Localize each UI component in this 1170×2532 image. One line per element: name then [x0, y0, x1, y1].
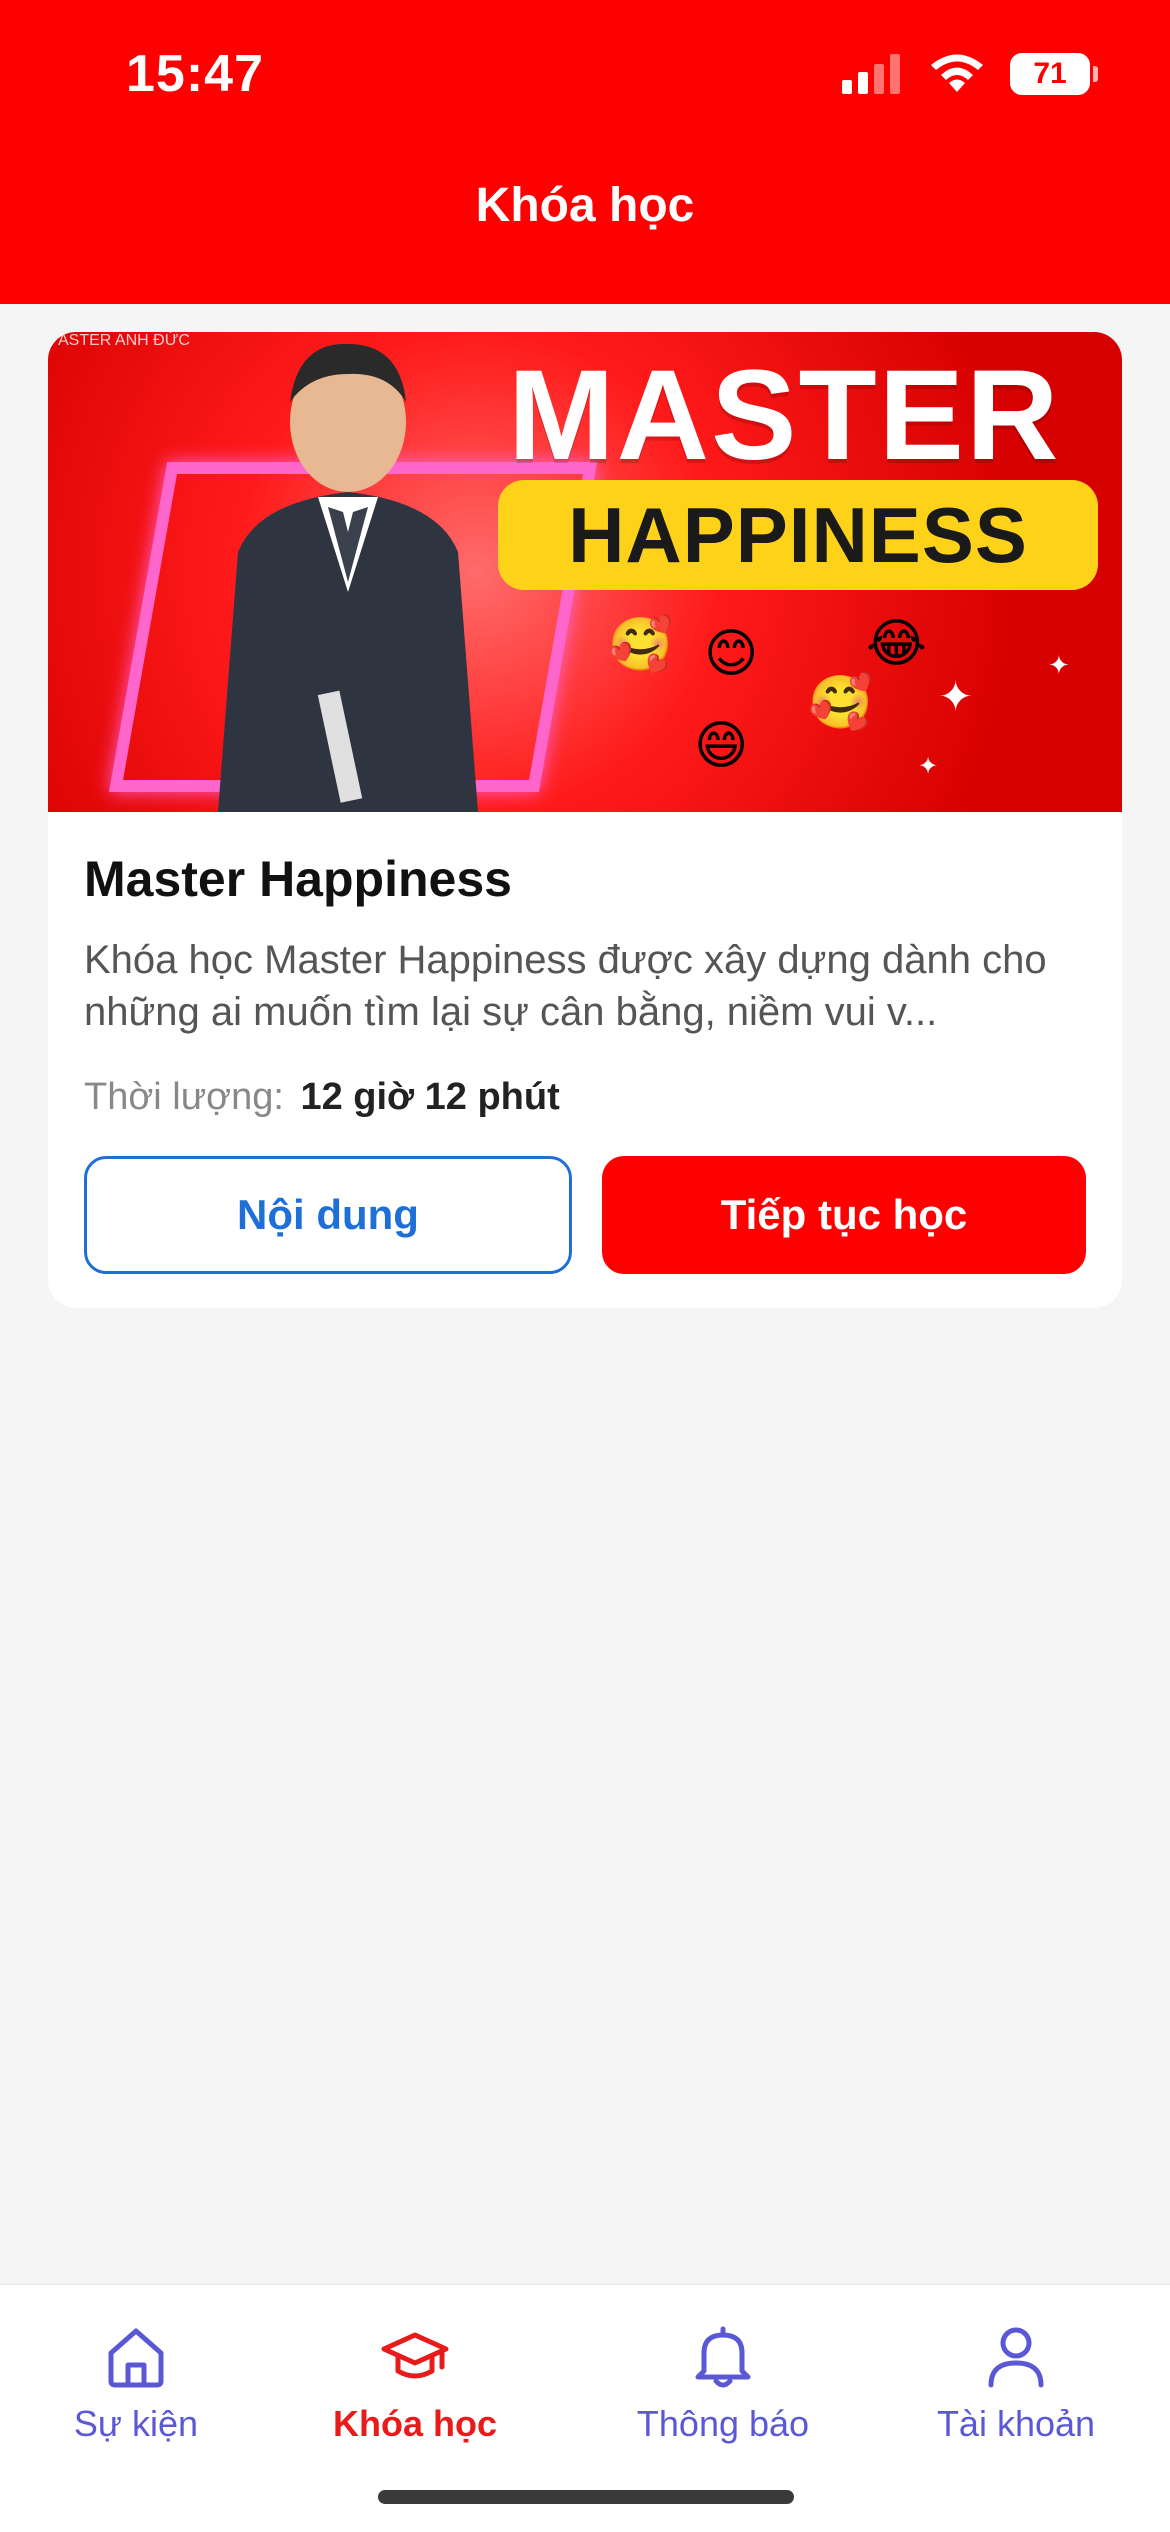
graduation-cap-icon	[381, 2332, 449, 2379]
course-banner[interactable]: ASTER ANH ĐỨC MASTER HAPPINESS 🥰 😊 😂 🥰 😄…	[48, 332, 1122, 812]
page-title: Khóa học	[475, 179, 695, 232]
status-icons: 71	[840, 52, 1098, 96]
home-indicator[interactable]	[378, 2490, 794, 2504]
nav-label-notifications: Thông báo	[636, 2403, 810, 2444]
emoji-icon: 🥰	[608, 616, 673, 674]
sparkle-icon: ✦	[938, 673, 974, 720]
app-screen: 15:47 71 Khóa học ASTER ANH ĐỨC MASTER H…	[0, 0, 1170, 2532]
sparkle-icon: ✦	[1048, 650, 1070, 680]
course-title: Master Happiness	[84, 851, 512, 907]
nav-label-courses: Khóa học	[332, 2403, 497, 2444]
continue-learning-button[interactable]: Tiếp tục học	[602, 1156, 1086, 1274]
course-card[interactable]: ASTER ANH ĐỨC MASTER HAPPINESS 🥰 😊 😂 🥰 😄…	[48, 332, 1122, 1308]
nav-label-events: Sự kiện	[73, 2403, 199, 2444]
bell-icon	[695, 2326, 751, 2388]
content-button[interactable]: Nội dung	[84, 1156, 572, 1274]
sparkle-icon: ✦	[918, 753, 939, 780]
top-header: 15:47 71 Khóa học	[0, 0, 1170, 304]
duration-label: Thời lượng:	[84, 1076, 284, 1118]
duration-value: 12 giờ 12 phút	[300, 1076, 560, 1118]
status-time: 15:47	[126, 45, 264, 103]
battery-indicator: 71	[1010, 53, 1098, 95]
instructor-photo	[218, 343, 478, 812]
banner-brand-text: ASTER ANH ĐỨC	[58, 332, 190, 349]
nav-item-events[interactable]: Sự kiện	[58, 2321, 214, 2445]
course-duration: Thời lượng: 12 giờ 12 phút	[84, 1076, 1086, 1119]
nav-label-account: Tài khoản	[936, 2403, 1096, 2444]
course-actions: Nội dung Tiếp tục học	[84, 1156, 1086, 1274]
emoji-icon: 🥰	[808, 674, 873, 732]
nav-item-notifications[interactable]: Thông báo	[628, 2321, 818, 2445]
banner-headline: MASTER	[508, 344, 1061, 487]
course-description: Khóa học Master Happiness được xây dựng …	[84, 938, 1047, 1034]
user-icon	[988, 2327, 1044, 2388]
emoji-icon: 😄	[694, 717, 749, 775]
nav-item-courses[interactable]: Khóa học	[322, 2321, 508, 2445]
emoji-icon: 😂	[866, 615, 927, 673]
course-info: Master Happiness Khóa học Master Happine…	[48, 812, 1122, 1119]
nav-item-account[interactable]: Tài khoản	[924, 2321, 1108, 2445]
cellular-signal-icon	[842, 54, 900, 94]
wifi-icon	[931, 54, 983, 92]
banner-subheadline: HAPPINESS	[498, 480, 1098, 590]
home-icon	[108, 2328, 164, 2388]
emoji-icon: 😊	[704, 625, 759, 683]
